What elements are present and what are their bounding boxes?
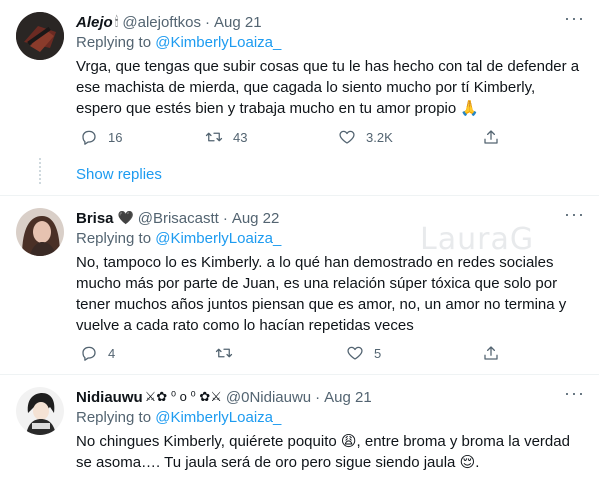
reply-button[interactable]: 16 [80, 128, 122, 146]
user-handle[interactable]: @Brisacastt [138, 210, 219, 227]
tweet-date[interactable]: Aug 22 [232, 210, 280, 227]
weary-face-emoji: 😩 [340, 433, 357, 450]
name-emoji: ⚔✿ ⁰ o ⁰ ✿⚔ [144, 389, 222, 404]
name-emoji: 🖤 [117, 210, 134, 225]
retweet-icon [205, 132, 223, 142]
reply-button[interactable]: 4 [80, 344, 115, 362]
replying-to: Replying to @KimberlyLoaiza_ [76, 409, 282, 426]
watermark-logo: LauraG [420, 222, 535, 257]
tweet[interactable]: Nidiauwu ⚔✿ ⁰ o ⁰ ✿⚔ @0Nidiauwu · Aug 21… [0, 375, 599, 483]
retweet-button[interactable] [215, 344, 233, 362]
avatar[interactable] [16, 387, 64, 435]
retweet-count: 43 [233, 129, 248, 145]
like-count: 5 [374, 345, 382, 361]
share-button[interactable] [482, 128, 500, 146]
share-icon [484, 346, 498, 360]
heart-icon [339, 130, 355, 144]
more-options-icon[interactable]: ··· [564, 9, 585, 27]
avatar[interactable] [16, 208, 64, 256]
reply-count: 4 [108, 345, 116, 361]
like-button[interactable]: 5 [346, 344, 381, 362]
reply-count: 16 [108, 129, 123, 145]
reply-mention-link[interactable]: @KimberlyLoaiza_ [155, 409, 281, 426]
display-name[interactable]: Nidiauwu [76, 389, 143, 406]
tweet-date[interactable]: Aug 21 [214, 14, 262, 31]
separator: · [205, 13, 210, 31]
tweet-text: No chingues Kimberly, quiérete poquito 😩… [76, 433, 575, 471]
display-name[interactable]: Alejo [76, 14, 113, 31]
more-options-icon[interactable]: ··· [564, 384, 585, 402]
share-button[interactable] [482, 344, 500, 362]
show-replies-link[interactable]: Show replies [76, 166, 162, 183]
reply-mention-link[interactable]: @KimberlyLoaiza_ [155, 230, 281, 247]
separator: · [315, 388, 321, 406]
reply-icon [82, 346, 96, 361]
like-button[interactable]: 3.2K [338, 128, 393, 146]
like-count: 3.2K [366, 129, 393, 145]
tweet-text: Vrga, que tengas que subir cosas que tu … [76, 58, 584, 117]
relieved-face-emoji: 😌 [459, 454, 476, 471]
user-handle[interactable]: @alejoftkos [122, 14, 201, 31]
share-icon [484, 130, 498, 144]
avatar[interactable] [16, 12, 64, 60]
tweet[interactable]: Alejo 🕯 @alejoftkos · Aug 21 ··· Replyin… [0, 0, 599, 196]
user-handle[interactable]: @0Nidiauwu [226, 389, 311, 406]
more-options-icon[interactable]: ··· [564, 205, 585, 223]
retweet-icon [215, 348, 233, 358]
name-emoji: 🕯 [114, 14, 119, 29]
tweet-text: No, tampoco lo es Kimberly. a lo qué han… [76, 254, 571, 334]
separator: · [222, 209, 228, 227]
replying-to: Replying to @KimberlyLoaiza_ [76, 34, 282, 51]
display-name[interactable]: Brisa [76, 210, 114, 227]
reply-mention-link[interactable]: @KimberlyLoaiza_ [155, 34, 281, 51]
reply-icon [82, 130, 96, 145]
tweet-date[interactable]: Aug 21 [324, 389, 372, 406]
thread-dots [39, 158, 41, 184]
heart-icon [347, 346, 363, 360]
retweet-button[interactable]: 43 [205, 128, 247, 146]
